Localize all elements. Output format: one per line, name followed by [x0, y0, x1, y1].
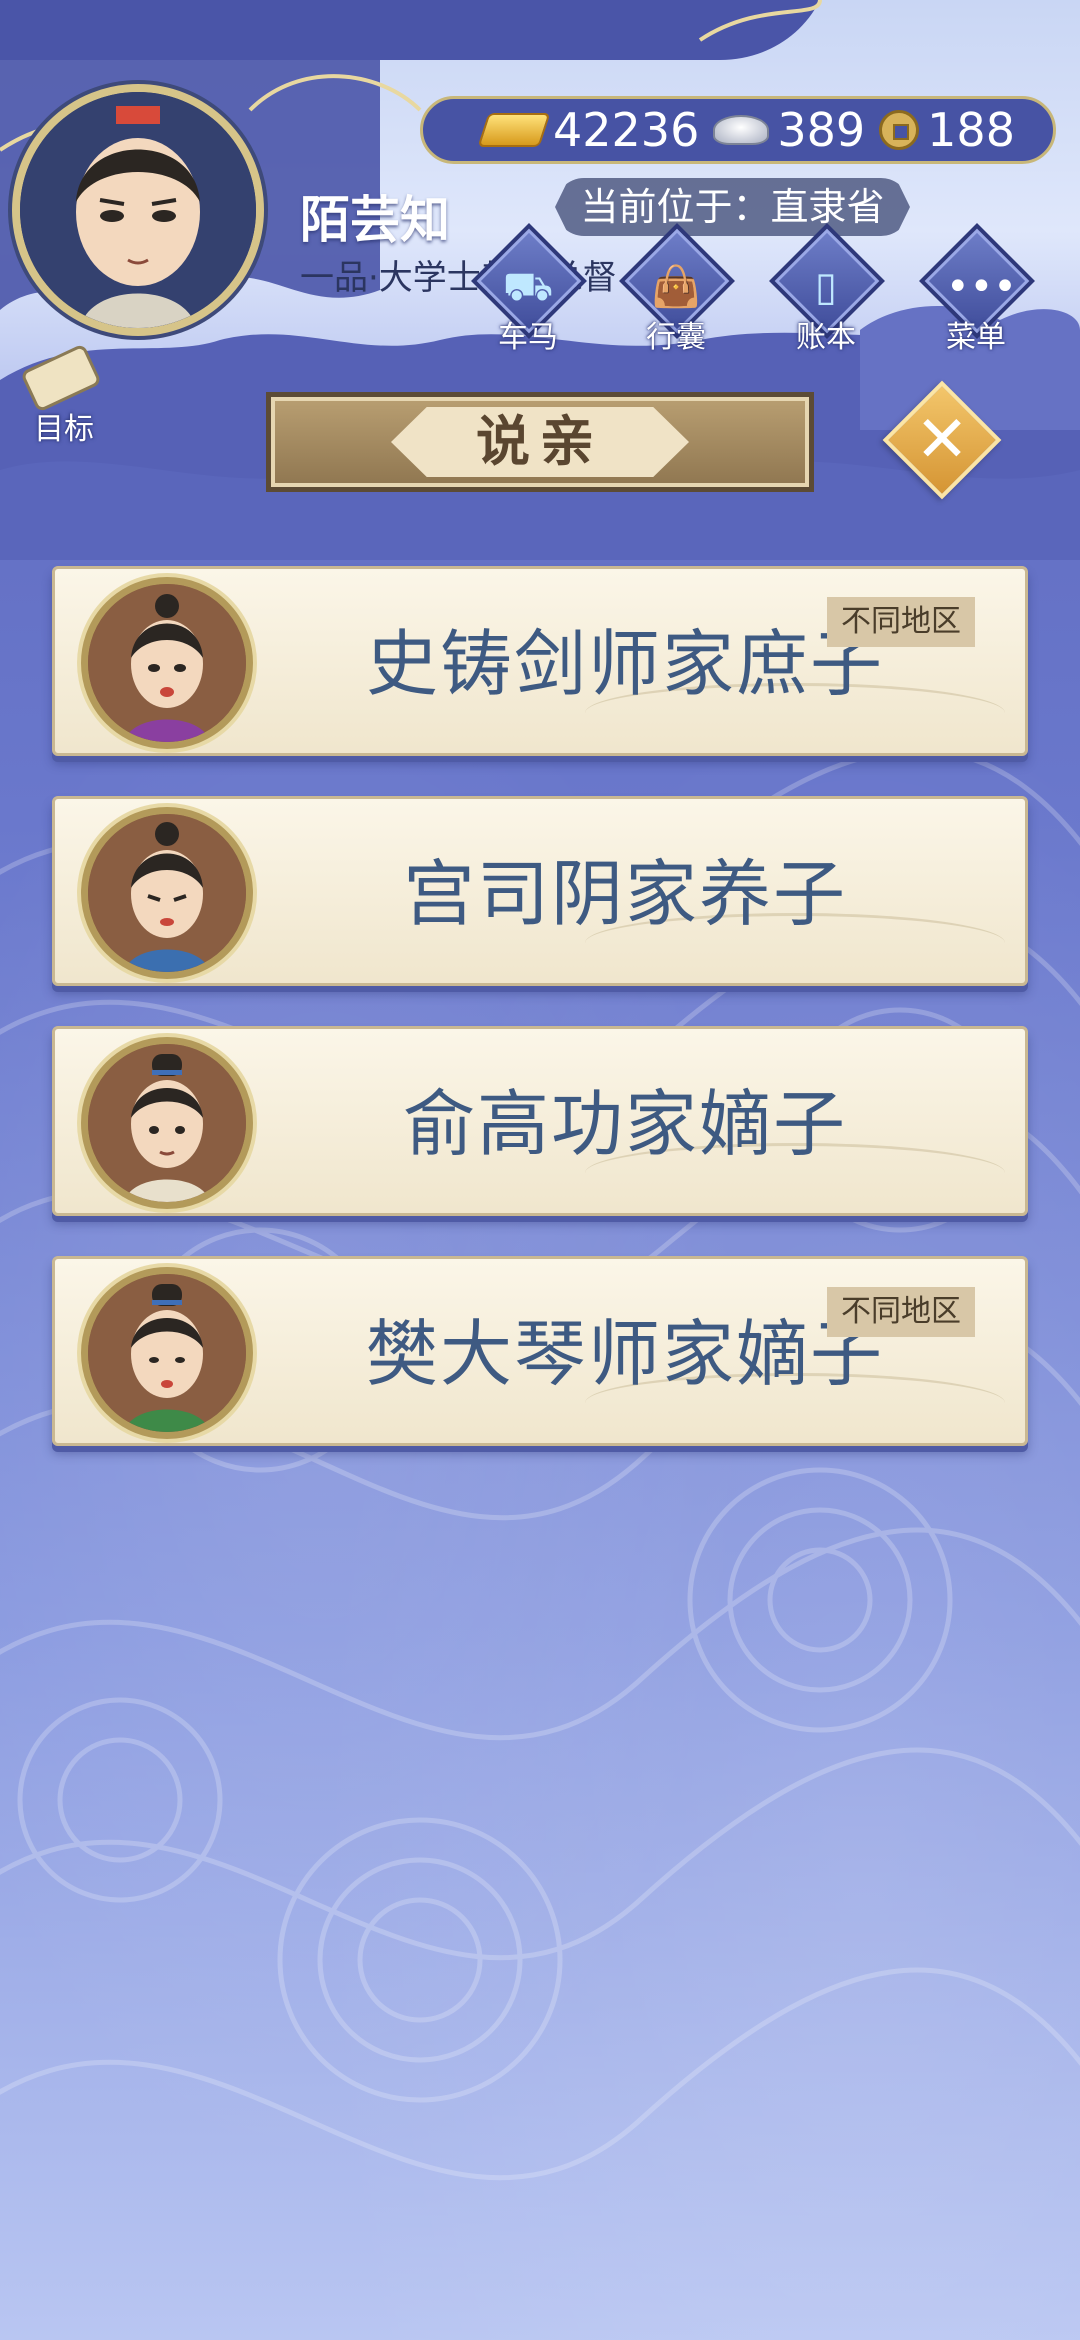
close-icon: ✕ — [915, 403, 969, 477]
toolbar-button-menu[interactable]: ••• 菜单 — [916, 223, 1036, 360]
candidate-card[interactable]: 宫司阴家养子 — [52, 796, 1028, 986]
candidate-portrait — [81, 577, 253, 749]
top-toolbar: ⛟ 车马 👜 行囊 ▯ 账本 ••• 菜单 — [468, 223, 1080, 370]
silver-currency: 389 — [713, 103, 865, 157]
carriage-icon: ⛟ — [502, 264, 554, 310]
silver-ingot-icon — [713, 115, 770, 145]
menu-icon: ••• — [946, 264, 1017, 310]
candidate-name: 宫司阴家养子 — [402, 852, 847, 936]
silver-amount: 389 — [777, 103, 866, 157]
candidate-name: 俞高功家嫡子 — [402, 1082, 847, 1166]
player-avatar[interactable] — [12, 84, 264, 336]
toolbar-button-carriage[interactable]: ⛟ 车马 — [468, 223, 588, 360]
region-tag: 不同地区 — [827, 597, 975, 647]
scroll-icon — [19, 343, 103, 413]
currency-bar: 42236 389 188 — [420, 96, 1056, 164]
candidate-card[interactable]: 史铸剑师家庶子 不同地区 — [52, 566, 1028, 756]
candidate-portrait — [81, 1267, 253, 1439]
toolbar-button-ledger[interactable]: ▯ 账本 — [766, 223, 886, 360]
copper-coin-icon — [879, 110, 920, 150]
gold-ingot-icon — [477, 113, 551, 147]
location-label: 当前位于：直隶省 — [555, 178, 910, 236]
toolbar-button-bag[interactable]: 👜 行囊 — [616, 223, 736, 360]
gold-amount: 42236 — [553, 103, 700, 157]
goal-label: 目标 — [34, 412, 94, 447]
candidate-portrait — [81, 1037, 253, 1209]
player-name: 陌芸知 — [300, 191, 450, 249]
region-tag: 不同地区 — [827, 1287, 975, 1337]
bag-icon: 👜 — [651, 264, 701, 310]
copper-amount: 188 — [927, 103, 1015, 157]
toolbar-label: 行囊 — [646, 320, 706, 355]
candidate-card[interactable]: 樊大琴师家嫡子 不同地区 — [52, 1256, 1028, 1446]
candidate-portrait — [81, 807, 253, 979]
goal-button[interactable]: 目标 — [14, 343, 114, 450]
toolbar-label: 车马 — [498, 320, 558, 355]
panel-title-banner: 说亲 — [266, 392, 814, 492]
copper-currency: 188 — [879, 103, 1015, 157]
candidate-card[interactable]: 俞高功家嫡子 — [52, 1026, 1028, 1216]
panel-title: 说亲 — [391, 407, 689, 477]
gold-currency: 42236 — [477, 103, 700, 157]
ledger-icon: ▯ — [814, 264, 837, 310]
toolbar-label: 账本 — [796, 320, 856, 355]
toolbar-label: 菜单 — [946, 320, 1006, 355]
